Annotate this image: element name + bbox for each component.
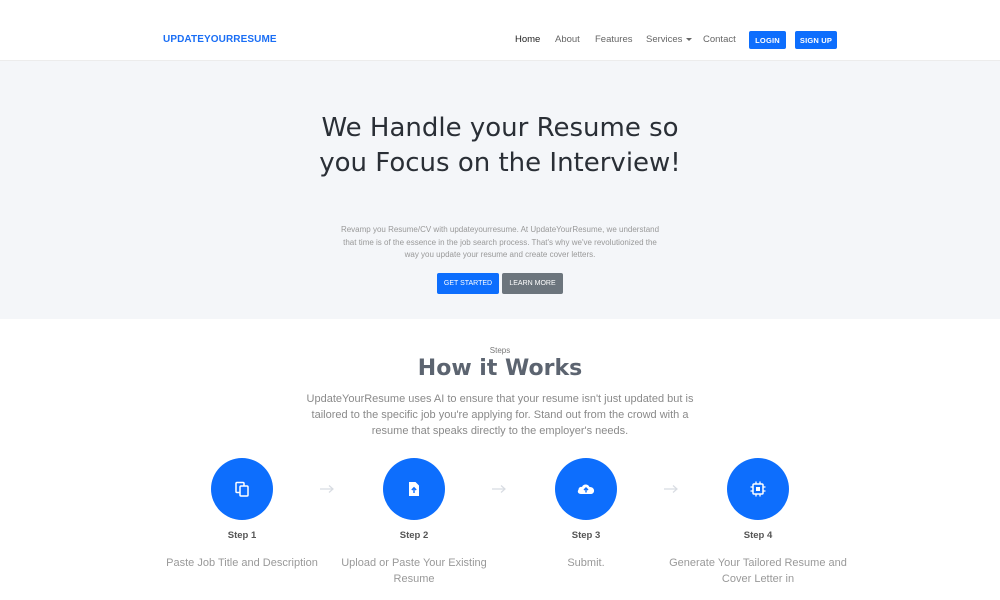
nav-about[interactable]: About bbox=[555, 34, 580, 45]
nav-home[interactable]: Home bbox=[515, 34, 540, 45]
step-2-label: Step 2 bbox=[399, 530, 429, 541]
step-2-text: Upload or Paste Your Existing Resume bbox=[341, 557, 487, 585]
step-4-label: Step 4 bbox=[743, 530, 773, 541]
section-description: UpdateYourResume uses AI to ensure that … bbox=[306, 393, 694, 437]
step-4-text: Generate Your Tailored Resume and Cover … bbox=[669, 557, 847, 585]
navbar: UPDATEYOURRESUME Home About Features Ser… bbox=[0, 0, 1000, 61]
step-3-circle bbox=[555, 458, 617, 520]
nav-services-label: Services bbox=[646, 34, 683, 45]
get-started-button[interactable]: GET STARTED bbox=[437, 273, 499, 294]
nav-contact[interactable]: Contact bbox=[703, 34, 736, 45]
hero-title: We Handle your Resume so you Focus on th… bbox=[319, 113, 681, 178]
step-3-label: Step 3 bbox=[571, 530, 601, 541]
brand-logo[interactable]: UPDATEYOURRESUME bbox=[163, 34, 277, 45]
section-title: How it Works bbox=[417, 356, 583, 381]
nav-services[interactable]: Services bbox=[646, 34, 693, 45]
cloud-upload-icon bbox=[577, 484, 595, 494]
hero-section: We Handle your Resume so you Focus on th… bbox=[0, 61, 1000, 319]
step-2-circle bbox=[383, 458, 445, 520]
caret-down-icon bbox=[686, 37, 693, 41]
cpu-icon bbox=[750, 481, 766, 497]
arrow-right-icon bbox=[320, 485, 334, 493]
step-3-text: Submit. bbox=[567, 557, 605, 569]
file-upload-icon bbox=[409, 482, 419, 496]
step-1-text: Paste Job Title and Description bbox=[166, 557, 318, 569]
learn-more-button[interactable]: LEARN MORE bbox=[502, 273, 563, 294]
arrow-right-icon bbox=[664, 485, 678, 493]
nav-features[interactable]: Features bbox=[595, 34, 633, 45]
arrow-right-icon bbox=[492, 485, 506, 493]
login-button[interactable]: LOGIN bbox=[749, 31, 786, 49]
hero-subtitle: Revamp you Resume/CV with updateyourresu… bbox=[340, 225, 660, 259]
copy-icon bbox=[235, 481, 249, 497]
signup-button[interactable]: SIGN UP bbox=[795, 31, 837, 49]
step-4-circle bbox=[727, 458, 789, 520]
section-eyebrow: Steps bbox=[489, 346, 511, 355]
step-1-label: Step 1 bbox=[227, 530, 257, 541]
step-1-circle bbox=[211, 458, 273, 520]
